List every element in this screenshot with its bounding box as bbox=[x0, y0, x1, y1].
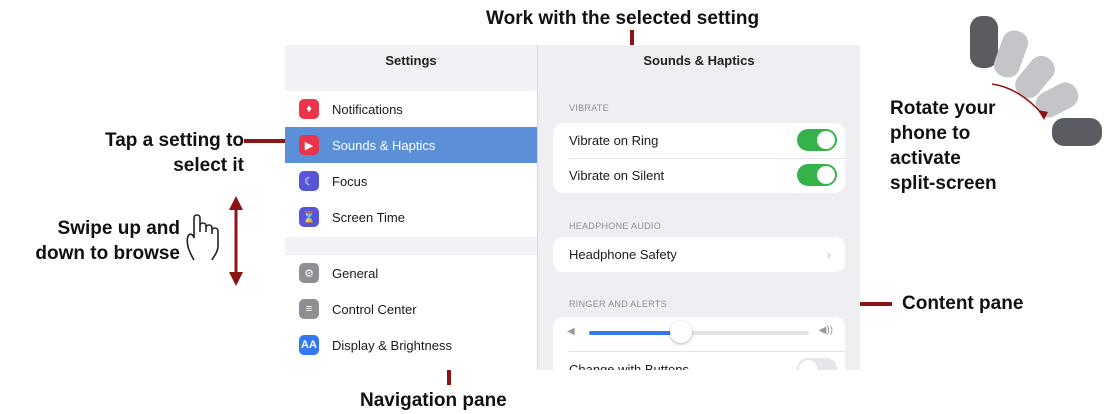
speaker-icon: ▶ bbox=[299, 135, 319, 155]
vibrate-card: Vibrate on Ring Vibrate on Silent bbox=[553, 123, 845, 193]
callout-swipe-line2: down to browse bbox=[35, 243, 180, 264]
aa-icon: AA bbox=[299, 335, 319, 355]
swipe-hand-icon bbox=[186, 214, 219, 261]
callout-tap-line2: select it bbox=[173, 155, 244, 176]
callout-tap-setting: Tap a setting to select it bbox=[79, 128, 244, 178]
sidebar-item-notifications[interactable]: ♦ Notifications bbox=[285, 91, 537, 127]
sidebar-item-label: Focus bbox=[332, 173, 368, 189]
sidebar-item-partial[interactable] bbox=[285, 363, 537, 370]
volume-slider-fill bbox=[589, 331, 682, 335]
sidebar-item-focus[interactable]: ☾ Focus bbox=[285, 163, 537, 199]
ringer-section-header: RINGER AND ALERTS bbox=[569, 299, 667, 309]
volume-high-icon: ◀)) bbox=[818, 325, 833, 336]
hourglass-icon: ⌛ bbox=[299, 207, 319, 227]
sidebar-item-label: Notifications bbox=[332, 101, 403, 117]
content-pane[interactable]: Sounds & Haptics VIBRATE Vibrate on Ring… bbox=[538, 45, 860, 370]
content-title: Sounds & Haptics bbox=[643, 53, 755, 68]
sidebar-item-label: Display & Brightness bbox=[332, 337, 452, 353]
vibrate-on-ring-toggle[interactable] bbox=[797, 129, 837, 151]
callout-content-pane: Content pane bbox=[902, 293, 1024, 314]
headphone-section-header: HEADPHONE AUDIO bbox=[569, 221, 662, 231]
vibrate-on-ring-label: Vibrate on Ring bbox=[569, 133, 659, 148]
swipe-arrow-icon bbox=[229, 196, 243, 286]
change-with-buttons-row: Change with Buttons bbox=[553, 352, 845, 370]
headphone-card: Headphone Safety › bbox=[553, 237, 845, 272]
ipad-screenshot: Settings ♦ Notifications ▶ Sounds & Hapt… bbox=[285, 45, 860, 370]
ringer-card: ◀ ◀)) Change with Buttons bbox=[553, 317, 845, 370]
nav-title: Settings bbox=[385, 53, 437, 68]
headphone-safety-label: Headphone Safety bbox=[569, 247, 677, 262]
sidebar-item-control-center[interactable]: ≡ Control Center bbox=[285, 291, 537, 327]
moon-icon: ☾ bbox=[299, 171, 319, 191]
switches-icon: ≡ bbox=[299, 299, 319, 319]
callout-rotate-line4: split-screen bbox=[890, 173, 997, 194]
bell-icon: ♦ bbox=[299, 99, 319, 119]
vibrate-section-header: VIBRATE bbox=[569, 103, 609, 113]
sidebar-item-screen-time[interactable]: ⌛ Screen Time bbox=[285, 199, 537, 235]
callout-tap-line1: Tap a setting to bbox=[105, 130, 244, 151]
sidebar-item-label: Sounds & Haptics bbox=[332, 137, 436, 153]
rotate-phone-icon bbox=[970, 16, 1102, 146]
vibrate-on-silent-toggle[interactable] bbox=[797, 164, 837, 186]
chevron-right-icon: › bbox=[826, 247, 831, 262]
nav-group-2: ⚙ General ≡ Control Center AA Display & … bbox=[285, 255, 537, 370]
change-with-buttons-toggle[interactable] bbox=[797, 358, 837, 370]
nav-group-1: ♦ Notifications ▶ Sounds & Haptics ☾ Foc… bbox=[285, 91, 537, 237]
vibrate-on-silent-row: Vibrate on Silent bbox=[553, 158, 845, 193]
volume-slider[interactable] bbox=[589, 321, 809, 343]
volume-low-icon: ◀ bbox=[567, 326, 575, 337]
callout-work-with-setting: Work with the selected setting bbox=[486, 8, 760, 29]
callout-navigation-pane: Navigation pane bbox=[360, 390, 507, 411]
sidebar-item-sounds-haptics[interactable]: ▶ Sounds & Haptics bbox=[285, 127, 537, 163]
sidebar-item-display-brightness[interactable]: AA Display & Brightness bbox=[285, 327, 537, 363]
sidebar-item-label: Control Center bbox=[332, 301, 417, 317]
sidebar-item-label: General bbox=[332, 265, 379, 281]
vibrate-on-ring-row: Vibrate on Ring bbox=[553, 123, 845, 158]
navigation-pane[interactable]: Settings ♦ Notifications ▶ Sounds & Hapt… bbox=[285, 45, 538, 370]
vibrate-on-silent-label: Vibrate on Silent bbox=[569, 168, 665, 183]
callout-swipe: Swipe up and down to browse bbox=[6, 216, 180, 266]
change-with-buttons-label: Change with Buttons bbox=[569, 362, 689, 370]
sidebar-item-label: Screen Time bbox=[332, 209, 405, 225]
sidebar-item-general[interactable]: ⚙ General bbox=[285, 255, 537, 291]
callout-swipe-line1: Swipe up and bbox=[57, 218, 180, 239]
gear-icon: ⚙ bbox=[299, 263, 319, 283]
headphone-safety-row[interactable]: Headphone Safety › bbox=[553, 237, 845, 272]
volume-slider-knob[interactable] bbox=[670, 321, 693, 343]
